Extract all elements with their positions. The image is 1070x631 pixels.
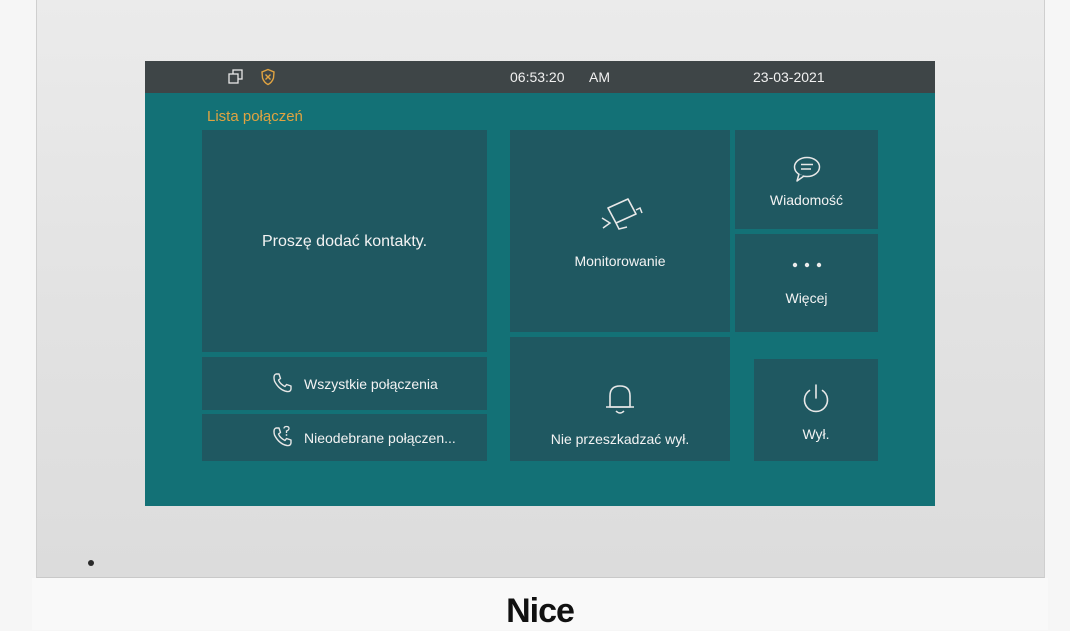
status-time: 06:53:20 bbox=[510, 69, 565, 85]
call-list-title: Lista połączeń bbox=[207, 108, 303, 125]
contacts-panel[interactable]: Proszę dodać kontakty. bbox=[202, 130, 487, 352]
message-label: Wiadomość bbox=[769, 192, 844, 208]
missed-calls-label: Nieodebrane połączen... bbox=[304, 430, 456, 446]
empty-contacts-message: Proszę dodać kontakty. bbox=[261, 233, 428, 250]
brand-logo: Nice bbox=[506, 592, 575, 630]
sensor-dot bbox=[88, 560, 94, 566]
missed-call-icon bbox=[273, 425, 292, 447]
screen: 06:53:20 AM 23-03-2021 Lista połączeń Pr… bbox=[145, 61, 935, 506]
windows-icon bbox=[227, 68, 245, 86]
camera-icon bbox=[601, 198, 643, 230]
more-label: Więcej bbox=[785, 290, 828, 306]
do-not-disturb-tile[interactable]: Nie przeszkadzać wył. bbox=[510, 337, 730, 461]
power-icon bbox=[803, 384, 829, 413]
all-calls-label: Wszystkie połączenia bbox=[304, 376, 438, 392]
missed-calls-button[interactable]: Nieodebrane połączen... bbox=[202, 414, 487, 461]
status-date: 23-03-2021 bbox=[753, 69, 825, 85]
power-off-tile[interactable]: Wył. bbox=[754, 359, 878, 461]
monitoring-label: Monitorowanie bbox=[574, 253, 666, 269]
status-ampm: AM bbox=[589, 69, 610, 85]
shield-icon bbox=[259, 68, 277, 86]
do-not-disturb-label: Nie przeszkadzać wył. bbox=[550, 431, 690, 447]
power-off-label: Wył. bbox=[802, 426, 830, 442]
status-bar: 06:53:20 AM 23-03-2021 bbox=[145, 61, 935, 93]
chat-bubble-icon bbox=[793, 156, 821, 182]
all-calls-button[interactable]: Wszystkie połączenia bbox=[202, 357, 487, 410]
bell-icon bbox=[606, 385, 634, 414]
message-tile[interactable]: Wiadomość bbox=[735, 130, 878, 229]
monitoring-tile[interactable]: Monitorowanie bbox=[510, 130, 730, 332]
ellipsis-icon bbox=[792, 262, 822, 268]
more-tile[interactable]: Więcej bbox=[735, 234, 878, 332]
phone-icon bbox=[273, 373, 292, 393]
